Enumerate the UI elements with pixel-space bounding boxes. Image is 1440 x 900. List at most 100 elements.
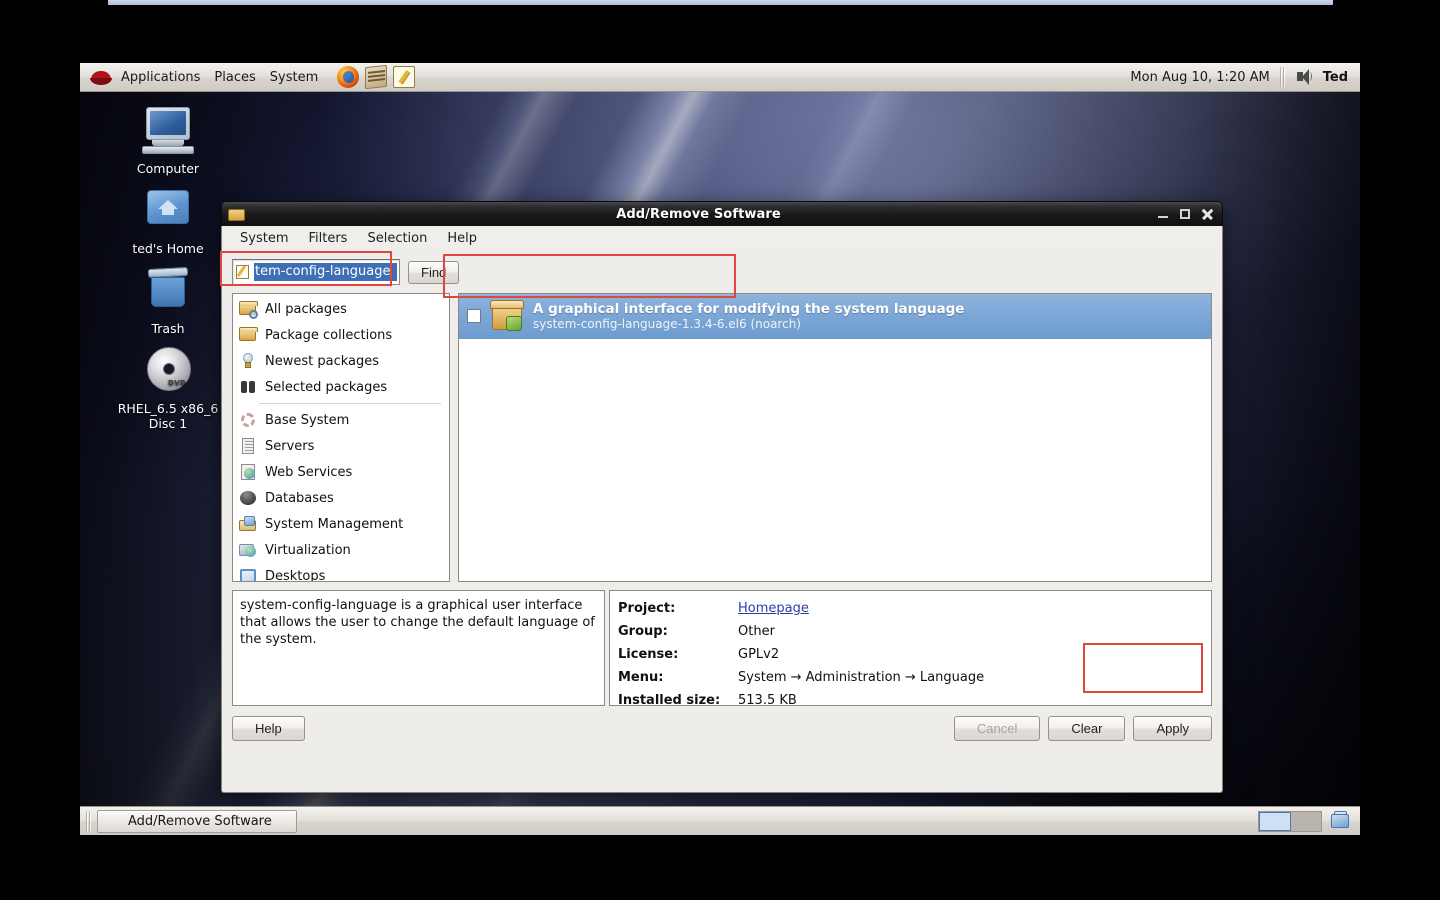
search-input-value: tem-config-language xyxy=(254,263,397,281)
taskbar-item-add-remove-software[interactable]: Add/Remove Software xyxy=(97,809,297,833)
sidebar-item-system-management[interactable]: System Management xyxy=(233,511,449,537)
menu-places[interactable]: Places xyxy=(207,63,262,91)
panel-status-area: Mon Aug 10, 1:20 AM Ted xyxy=(1130,67,1360,87)
trash-icon xyxy=(140,265,196,317)
dvd-disc-icon: DVD xyxy=(140,345,196,397)
window-title: Add/Remove Software xyxy=(616,206,781,222)
detail-row-group: Group: Other xyxy=(618,620,1203,643)
sidebar-item-label: Base System xyxy=(265,412,350,428)
sidebar-item-web-services[interactable]: Web Services xyxy=(233,459,449,485)
sidebar-item-label: System Management xyxy=(265,516,404,532)
package-subtitle: system-config-language-1.3.4-6.el6 (noar… xyxy=(533,316,801,331)
menu-item-filters[interactable]: Filters xyxy=(298,226,357,251)
newest-packages-icon xyxy=(239,352,257,370)
package-text: A graphical interface for modifying the … xyxy=(533,301,964,332)
menu-system[interactable]: System xyxy=(263,63,325,91)
info-row: system-config-language is a graphical us… xyxy=(232,590,1212,708)
window-titlebar[interactable]: Add/Remove Software xyxy=(221,201,1223,226)
add-remove-software-window: Add/Remove Software System Filters Selec… xyxy=(220,201,1223,793)
package-installed-icon xyxy=(489,300,525,332)
menu-item-selection[interactable]: Selection xyxy=(357,226,437,251)
help-button[interactable]: Help xyxy=(232,716,305,741)
sidebar-item-label: Selected packages xyxy=(265,379,388,395)
sidebar-item-selected-packages[interactable]: Selected packages xyxy=(233,374,449,400)
sidebar-item-label: Newest packages xyxy=(265,353,380,369)
package-icon xyxy=(228,206,245,223)
desktop-icon-dvd[interactable]: DVD RHEL_6.5 x86_6 Disc 1 xyxy=(108,345,228,431)
desktop-icon-label: ted's Home xyxy=(132,241,204,256)
detail-key: Group: xyxy=(618,624,668,639)
package-collections-icon xyxy=(239,326,258,344)
detail-value: 513.5 KB xyxy=(738,693,797,708)
detail-row-license: License: GPLv2 xyxy=(618,643,1203,666)
close-icon[interactable] xyxy=(1196,204,1218,224)
package-title: A graphical interface for modifying the … xyxy=(533,300,965,317)
desktop-icon-home[interactable]: ted's Home xyxy=(113,185,223,256)
system-management-icon xyxy=(239,515,257,533)
screen-edge-strip xyxy=(108,0,1333,5)
volume-icon[interactable] xyxy=(1295,68,1313,86)
sidebar-item-all-packages[interactable]: All packages xyxy=(233,296,449,322)
apply-button[interactable]: Apply xyxy=(1133,716,1212,741)
menu-item-system[interactable]: System xyxy=(230,226,298,251)
red-hat-logo-icon xyxy=(90,66,112,88)
search-row: tem-config-language Find xyxy=(232,259,1212,285)
web-services-icon xyxy=(239,463,257,481)
desktop-icon-label-line1: RHEL_6.5 x86_6 xyxy=(117,401,219,416)
desktop: Applications Places System Mon Aug 10, 1… xyxy=(80,63,1360,835)
sidebar-item-databases[interactable]: Databases xyxy=(233,485,449,511)
bottom-panel-right xyxy=(1258,810,1354,832)
cancel-button: Cancel xyxy=(953,716,1041,741)
evolution-mail-icon[interactable] xyxy=(365,64,388,90)
sidebar-item-label: All packages xyxy=(265,301,347,317)
package-details: Project: Homepage Group: Other License: … xyxy=(609,590,1212,708)
panel-grip xyxy=(86,811,91,831)
detail-key: Installed size: xyxy=(618,693,721,708)
show-desktop-icon[interactable] xyxy=(1330,811,1350,831)
bottom-panel: Add/Remove Software xyxy=(80,806,1360,835)
sidebar-item-base-system[interactable]: Base System xyxy=(233,407,449,433)
clear-button[interactable]: Clear xyxy=(1048,716,1126,741)
find-button[interactable]: Find xyxy=(408,260,460,284)
desktop-icon-label: Computer xyxy=(136,161,200,176)
clock[interactable]: Mon Aug 10, 1:20 AM xyxy=(1130,70,1269,85)
databases-icon xyxy=(239,489,257,507)
table-row[interactable]: A graphical interface for modifying the … xyxy=(459,294,1211,339)
package-checkbox[interactable] xyxy=(467,309,481,323)
detail-key: License: xyxy=(618,647,679,662)
action-row: Help Cancel Clear Apply xyxy=(232,716,1212,741)
sidebar-item-package-collections[interactable]: Package collections xyxy=(233,322,449,348)
sidebar-item-label: Web Services xyxy=(265,464,353,480)
detail-value: GPLv2 xyxy=(738,647,780,662)
workspace-switcher[interactable] xyxy=(1258,810,1322,832)
sidebar-item-servers[interactable]: Servers xyxy=(233,433,449,459)
detail-value: System → Administration → Language xyxy=(738,670,985,685)
sidebar-item-virtualization[interactable]: Virtualization xyxy=(233,537,449,563)
package-list[interactable]: A graphical interface for modifying the … xyxy=(458,293,1212,582)
desktop-icon-computer[interactable]: Computer xyxy=(113,105,223,176)
sidebar-item-label: Databases xyxy=(265,490,334,506)
workspace-1[interactable] xyxy=(1259,811,1291,831)
servers-icon xyxy=(239,437,257,455)
window-menubar: System Filters Selection Help xyxy=(221,226,1223,251)
menu-item-help[interactable]: Help xyxy=(437,226,487,251)
user-menu[interactable]: Ted xyxy=(1323,70,1348,85)
detail-key: Menu: xyxy=(618,670,664,685)
workspace-2[interactable] xyxy=(1291,812,1321,831)
minimize-icon[interactable] xyxy=(1152,204,1174,224)
sidebar-item-newest-packages[interactable]: Newest packages xyxy=(233,348,449,374)
category-sidebar[interactable]: All packages Package collections Newest … xyxy=(232,293,450,582)
text-editor-icon[interactable] xyxy=(393,66,416,88)
detail-row-installed-size: Installed size: 513.5 KB xyxy=(618,689,1203,712)
sidebar-item-desktops[interactable]: Desktops xyxy=(233,563,449,581)
search-input[interactable]: tem-config-language xyxy=(232,259,400,285)
homepage-link[interactable]: Homepage xyxy=(738,597,809,620)
menu-applications[interactable]: Applications xyxy=(114,63,207,91)
all-packages-icon xyxy=(239,300,258,319)
maximize-icon[interactable] xyxy=(1174,204,1196,224)
panel-menubar: Applications Places System xyxy=(114,63,325,91)
desktop-icon-trash[interactable]: Trash xyxy=(113,265,223,336)
firefox-icon[interactable] xyxy=(337,66,360,88)
taskbar-item-label: Add/Remove Software xyxy=(128,813,272,829)
home-folder-icon xyxy=(140,185,196,237)
